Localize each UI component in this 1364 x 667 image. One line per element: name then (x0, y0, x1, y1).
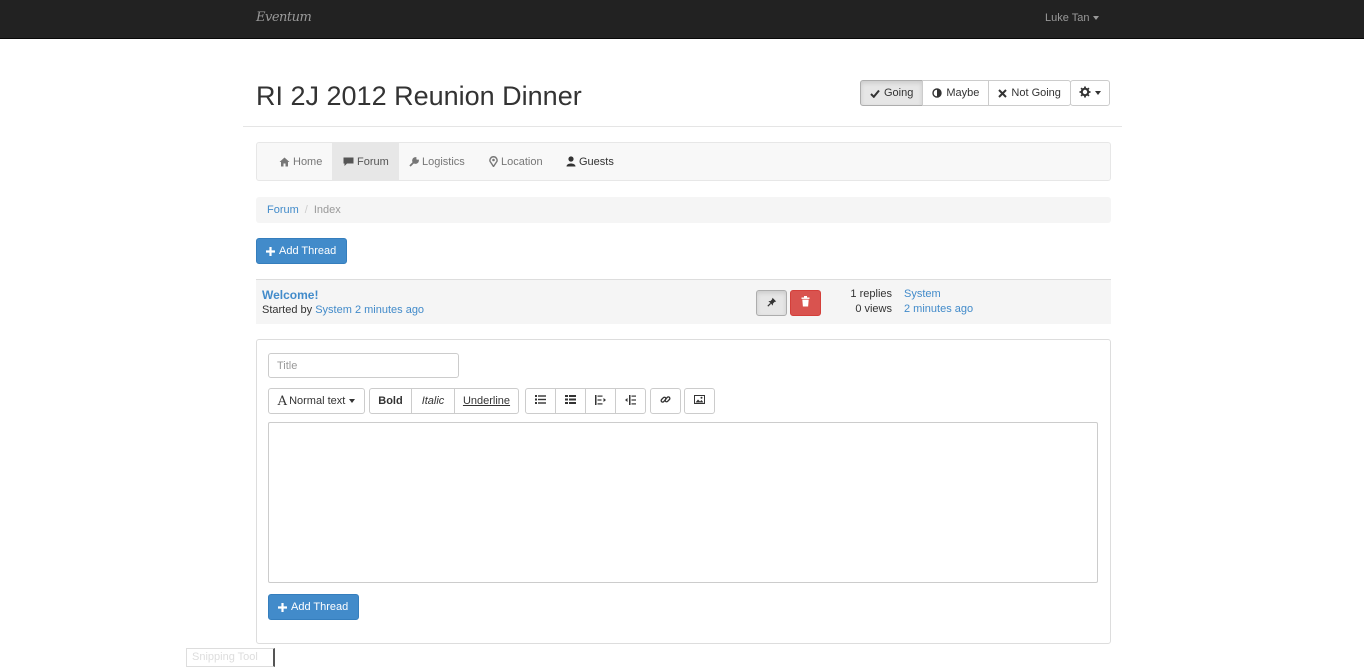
list-icon (535, 395, 546, 407)
breadcrumb-forum-link[interactable]: Forum (267, 204, 299, 216)
wrench-icon (409, 156, 419, 167)
font-icon: A (277, 393, 288, 409)
settings-dropdown-button[interactable] (1070, 80, 1110, 106)
going-label: Going (884, 87, 914, 99)
breadcrumb-separator: / (304, 204, 308, 216)
thread-title-input[interactable] (268, 353, 459, 378)
tab-logistics-label: Logistics (422, 155, 465, 168)
plus-icon (278, 602, 287, 612)
comment-icon (343, 157, 354, 167)
unordered-list-button[interactable] (525, 388, 556, 414)
snipping-tool-tooltip: Snipping Tool (186, 648, 275, 667)
check-icon (870, 89, 880, 98)
last-post-time-link[interactable]: 2 minutes ago (904, 303, 973, 315)
going-button[interactable]: Going (860, 80, 924, 106)
tab-location[interactable]: Location (489, 143, 543, 180)
brand-logo[interactable]: Eventum (256, 10, 312, 25)
last-post-author-link[interactable]: System (904, 288, 941, 300)
bold-button[interactable]: Bold (369, 388, 412, 414)
maybe-button[interactable]: Maybe (922, 80, 990, 106)
header-divider (243, 126, 1122, 127)
outdent-icon (595, 394, 606, 408)
indent-icon (625, 394, 636, 408)
caret-down-icon (349, 399, 356, 403)
insert-image-button[interactable] (684, 388, 715, 414)
not-going-label: Not Going (1011, 87, 1061, 99)
user-name: Luke Tan (1045, 12, 1090, 24)
caret-down-icon (1093, 16, 1100, 21)
submit-thread-button[interactable]: Add Thread (268, 594, 359, 620)
thread-time-link[interactable]: 2 minutes ago (355, 304, 424, 316)
thread-views: 0 views (855, 303, 892, 315)
link-icon (660, 394, 671, 408)
thread-body-editor[interactable] (268, 422, 1098, 583)
half-circle-icon (932, 88, 943, 98)
pin-thread-button[interactable] (756, 290, 787, 316)
tab-guests[interactable]: Guests (566, 143, 614, 180)
tab-home-label: Home (293, 155, 323, 168)
outdent-button[interactable] (585, 388, 616, 414)
page-title: RI 2J 2012 Reunion Dinner (256, 81, 582, 111)
trash-icon (801, 296, 810, 310)
add-thread-button[interactable]: Add Thread (256, 238, 347, 264)
pushpin-icon (766, 296, 777, 310)
ordered-list-button[interactable] (555, 388, 586, 414)
text-format-dropdown[interactable]: A Normal text (268, 388, 365, 414)
tab-forum[interactable]: Forum (332, 143, 399, 180)
thread-row: Welcome! Started by System 2 minutes ago… (256, 279, 1111, 324)
event-subnav: Home Forum Logistics Location Guests (256, 142, 1111, 181)
tab-logistics[interactable]: Logistics (409, 143, 465, 180)
not-going-button[interactable]: Not Going (988, 80, 1071, 106)
text-format-label: Normal text (289, 395, 346, 407)
caret-down-icon (1095, 91, 1101, 95)
indent-button[interactable] (615, 388, 646, 414)
rsvp-button-group: Going Maybe Not Going (860, 80, 1071, 106)
tab-guests-label: Guests (579, 155, 614, 168)
user-menu[interactable]: Luke Tan (1045, 12, 1100, 24)
font-style-group: Bold Italic Underline (369, 388, 519, 414)
underline-button[interactable]: Underline (454, 388, 519, 414)
thread-author-link[interactable]: System (315, 304, 352, 316)
add-thread-label: Add Thread (279, 245, 337, 257)
delete-thread-button[interactable] (790, 290, 821, 316)
remove-icon (998, 88, 1008, 98)
breadcrumb-current: Index (313, 204, 341, 216)
thread-replies: 1 replies (850, 288, 892, 300)
thread-meta: Started by System 2 minutes ago (262, 304, 424, 316)
home-icon (279, 157, 290, 167)
thread-title-link[interactable]: Welcome! (262, 288, 318, 302)
submit-thread-label: Add Thread (291, 601, 349, 613)
italic-button[interactable]: Italic (411, 388, 455, 414)
tab-forum-label: Forum (357, 155, 389, 168)
tab-location-label: Location (501, 155, 543, 168)
new-thread-panel: A Normal text Bold Italic Underline (256, 339, 1111, 644)
breadcrumb: Forum / Index (256, 197, 1111, 223)
top-navbar: Eventum Luke Tan (0, 0, 1364, 39)
plus-icon (266, 246, 275, 256)
th-list-icon (565, 395, 576, 407)
insert-link-button[interactable] (650, 388, 681, 414)
picture-icon (694, 395, 705, 407)
gear-icon (1079, 86, 1091, 101)
maybe-label: Maybe (946, 87, 980, 99)
map-marker-icon (489, 156, 498, 167)
tab-home[interactable]: Home (279, 143, 322, 180)
user-icon (566, 156, 576, 167)
started-by-label: Started by (262, 304, 313, 316)
list-indent-group (525, 388, 646, 414)
